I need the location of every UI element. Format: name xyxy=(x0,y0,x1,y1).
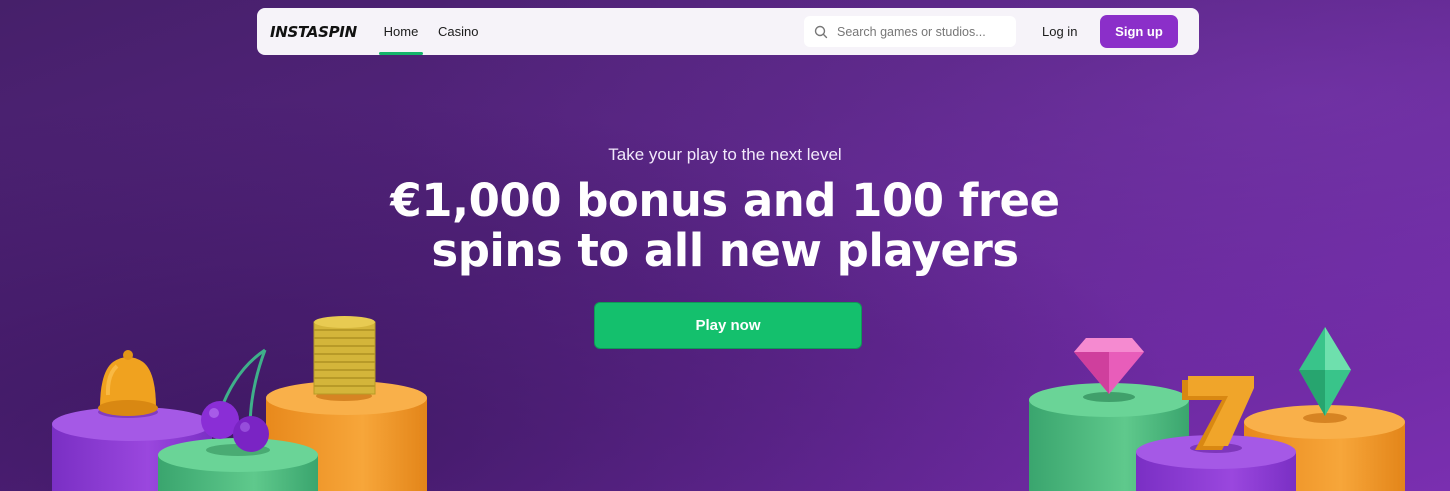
hero-headline: €1,000 bonus and 100 free spins to all n… xyxy=(325,176,1125,276)
hero-headline-line1: €1,000 bonus and 100 free xyxy=(390,174,1060,227)
login-link[interactable]: Log in xyxy=(1042,8,1077,55)
top-navbar: INSTASPIN Home Casino Log in Sign up xyxy=(257,8,1199,55)
nav-link-casino[interactable]: Casino xyxy=(438,8,478,55)
search-box[interactable] xyxy=(804,16,1016,47)
bell-icon xyxy=(98,350,158,418)
play-now-button[interactable]: Play now xyxy=(594,302,862,349)
coin-stack-icon xyxy=(313,316,376,401)
nav-link-home[interactable]: Home xyxy=(379,8,423,55)
hero-headline-line2: spins to all new players xyxy=(431,224,1019,277)
hero-subtitle: Take your play to the next level xyxy=(608,145,842,164)
instaspin-logo[interactable]: INSTASPIN xyxy=(270,23,357,41)
search-input[interactable] xyxy=(835,23,1009,40)
signup-button[interactable]: Sign up xyxy=(1100,15,1178,48)
search-icon xyxy=(814,25,828,38)
